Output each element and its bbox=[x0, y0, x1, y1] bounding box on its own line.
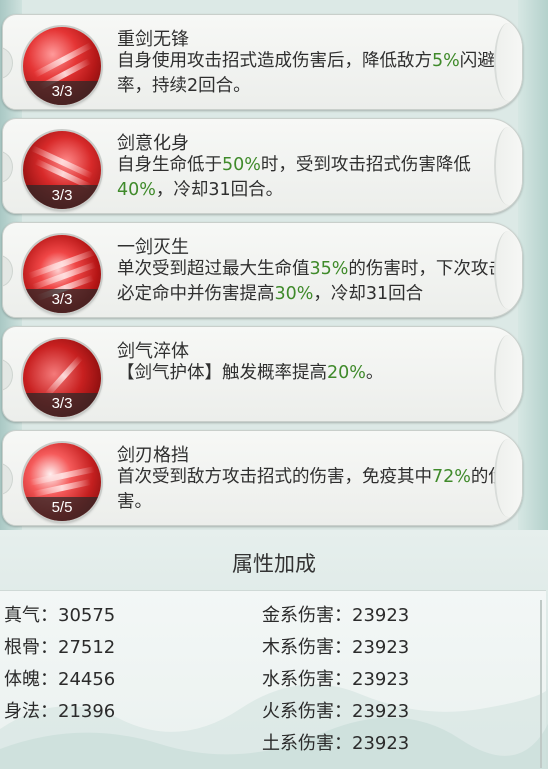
description-text: 自身使用攻击招式造成伤害后，降低敌方 bbox=[117, 51, 432, 71]
highlight-value: 20% bbox=[327, 363, 366, 383]
skill-card[interactable]: 3/3 重剑无锋 自身使用攻击招式造成伤害后，降低敌方5%闪避概率，持续2回合。 bbox=[2, 14, 523, 110]
card-edge-ornament bbox=[3, 463, 13, 495]
skill-name: 重剑无锋 bbox=[117, 29, 189, 50]
skill-name: 剑意化身 bbox=[117, 133, 189, 154]
skill-description: 首次受到敌方攻击招式的伤害，免疫其中72%的伤害。 bbox=[117, 465, 517, 515]
stat-label: 火系伤害： bbox=[262, 701, 352, 722]
description-text: 时，受到攻击招式伤害降低 bbox=[260, 155, 471, 175]
stat-value: 24456 bbox=[58, 669, 116, 690]
stat-value: 27512 bbox=[58, 637, 116, 658]
highlight-value: 72% bbox=[432, 467, 471, 487]
description-text: 自身生命低于 bbox=[117, 155, 222, 175]
stat-gengu: 根骨：27512 bbox=[4, 633, 115, 659]
description-text: 。 bbox=[365, 363, 384, 383]
stat-zhenqi: 真气：30575 bbox=[4, 601, 115, 627]
highlight-value: 5% bbox=[432, 51, 460, 71]
highlight-value: 30% bbox=[274, 284, 314, 304]
stat-value: 23923 bbox=[352, 605, 410, 626]
stat-value: 23923 bbox=[352, 733, 410, 754]
sword-skill-icon: 3/3 bbox=[23, 339, 101, 417]
skill-description: 自身生命低于50%时，受到攻击招式伤害降低 40%，冷却31回合。 bbox=[117, 153, 517, 203]
stat-value: 23923 bbox=[352, 701, 410, 722]
stat-tipo: 体魄：24456 bbox=[4, 665, 115, 691]
skill-description: 【剑气护体】触发概率提高20%。 bbox=[117, 361, 517, 386]
description-text: ，冷却31回合。 bbox=[155, 180, 284, 200]
stat-label: 身法： bbox=[4, 701, 58, 722]
skill-rank: 3/3 bbox=[23, 289, 101, 313]
stat-label: 水系伤害： bbox=[262, 669, 352, 690]
stat-metal-damage: 金系伤害：23923 bbox=[262, 601, 409, 627]
stat-label: 金系伤害： bbox=[262, 605, 352, 626]
stat-wood-damage: 木系伤害：23923 bbox=[262, 633, 409, 659]
attribute-title: 属性加成 bbox=[232, 552, 316, 576]
skill-name: 剑刃格挡 bbox=[117, 445, 189, 466]
sword-skill-icon: 3/3 bbox=[23, 235, 101, 313]
description-text: 单次受到超过最大生命值 bbox=[117, 259, 310, 279]
sword-skill-icon: 5/5 bbox=[23, 443, 101, 521]
stat-label: 土系伤害： bbox=[262, 733, 352, 754]
card-edge-ornament bbox=[3, 255, 13, 287]
card-edge-ornament bbox=[3, 151, 13, 183]
stat-value: 23923 bbox=[352, 669, 410, 690]
skill-name: 一剑灭生 bbox=[117, 237, 189, 258]
skill-card[interactable]: 5/5 剑刃格挡 首次受到敌方攻击招式的伤害，免疫其中72%的伤害。 bbox=[2, 430, 523, 526]
stat-fire-damage: 火系伤害：23923 bbox=[262, 697, 409, 723]
highlight-value: 50% bbox=[222, 155, 261, 175]
description-text: 【剑气护体】触发概率提高 bbox=[117, 363, 327, 383]
stat-shenfa: 身法：21396 bbox=[4, 697, 115, 723]
scrollbar-track[interactable] bbox=[540, 600, 542, 768]
skill-description: 单次受到超过最大生命值35%的伤害时，下次攻击必定命中并伤害提高30%，冷却31… bbox=[117, 257, 517, 317]
highlight-value: 40% bbox=[117, 180, 156, 200]
skill-rank: 3/3 bbox=[23, 185, 101, 209]
card-edge-ornament bbox=[3, 47, 13, 79]
skill-list: 3/3 重剑无锋 自身使用攻击招式造成伤害后，降低敌方5%闪避概率，持续2回合。… bbox=[0, 0, 548, 530]
description-text: 首次受到敌方攻击招式的伤害，免疫其中 bbox=[117, 467, 432, 487]
stat-label: 体魄： bbox=[4, 669, 58, 690]
stat-label: 根骨： bbox=[4, 637, 58, 658]
sword-skill-icon: 3/3 bbox=[23, 27, 101, 105]
highlight-value: 35% bbox=[309, 259, 349, 279]
card-edge-ornament bbox=[3, 359, 13, 391]
skill-card[interactable]: 3/3 剑气淬体 【剑气护体】触发概率提高20%。 bbox=[2, 326, 523, 422]
skill-description: 自身使用攻击招式造成伤害后，降低敌方5%闪避概率，持续2回合。 bbox=[117, 49, 517, 99]
stat-earth-damage: 土系伤害：23923 bbox=[262, 729, 409, 755]
skill-name: 剑气淬体 bbox=[117, 341, 189, 362]
stat-water-damage: 水系伤害：23923 bbox=[262, 665, 409, 691]
stat-value: 30575 bbox=[58, 605, 116, 626]
stat-label: 真气： bbox=[4, 605, 58, 626]
description-text: ，冷却31回合 bbox=[313, 284, 424, 304]
skill-rank: 3/3 bbox=[23, 81, 101, 105]
skill-card[interactable]: 3/3 一剑灭生 单次受到超过最大生命值35%的伤害时，下次攻击必定命中并伤害提… bbox=[2, 222, 523, 318]
skill-rank: 5/5 bbox=[23, 497, 101, 521]
stat-value: 23923 bbox=[352, 637, 410, 658]
skill-card[interactable]: 3/3 剑意化身 自身生命低于50%时，受到攻击招式伤害降低 40%，冷却31回合… bbox=[2, 118, 523, 214]
stat-label: 木系伤害： bbox=[262, 637, 352, 658]
skill-rank: 3/3 bbox=[23, 393, 101, 417]
sword-skill-icon: 3/3 bbox=[23, 131, 101, 209]
stat-value: 21396 bbox=[58, 701, 116, 722]
